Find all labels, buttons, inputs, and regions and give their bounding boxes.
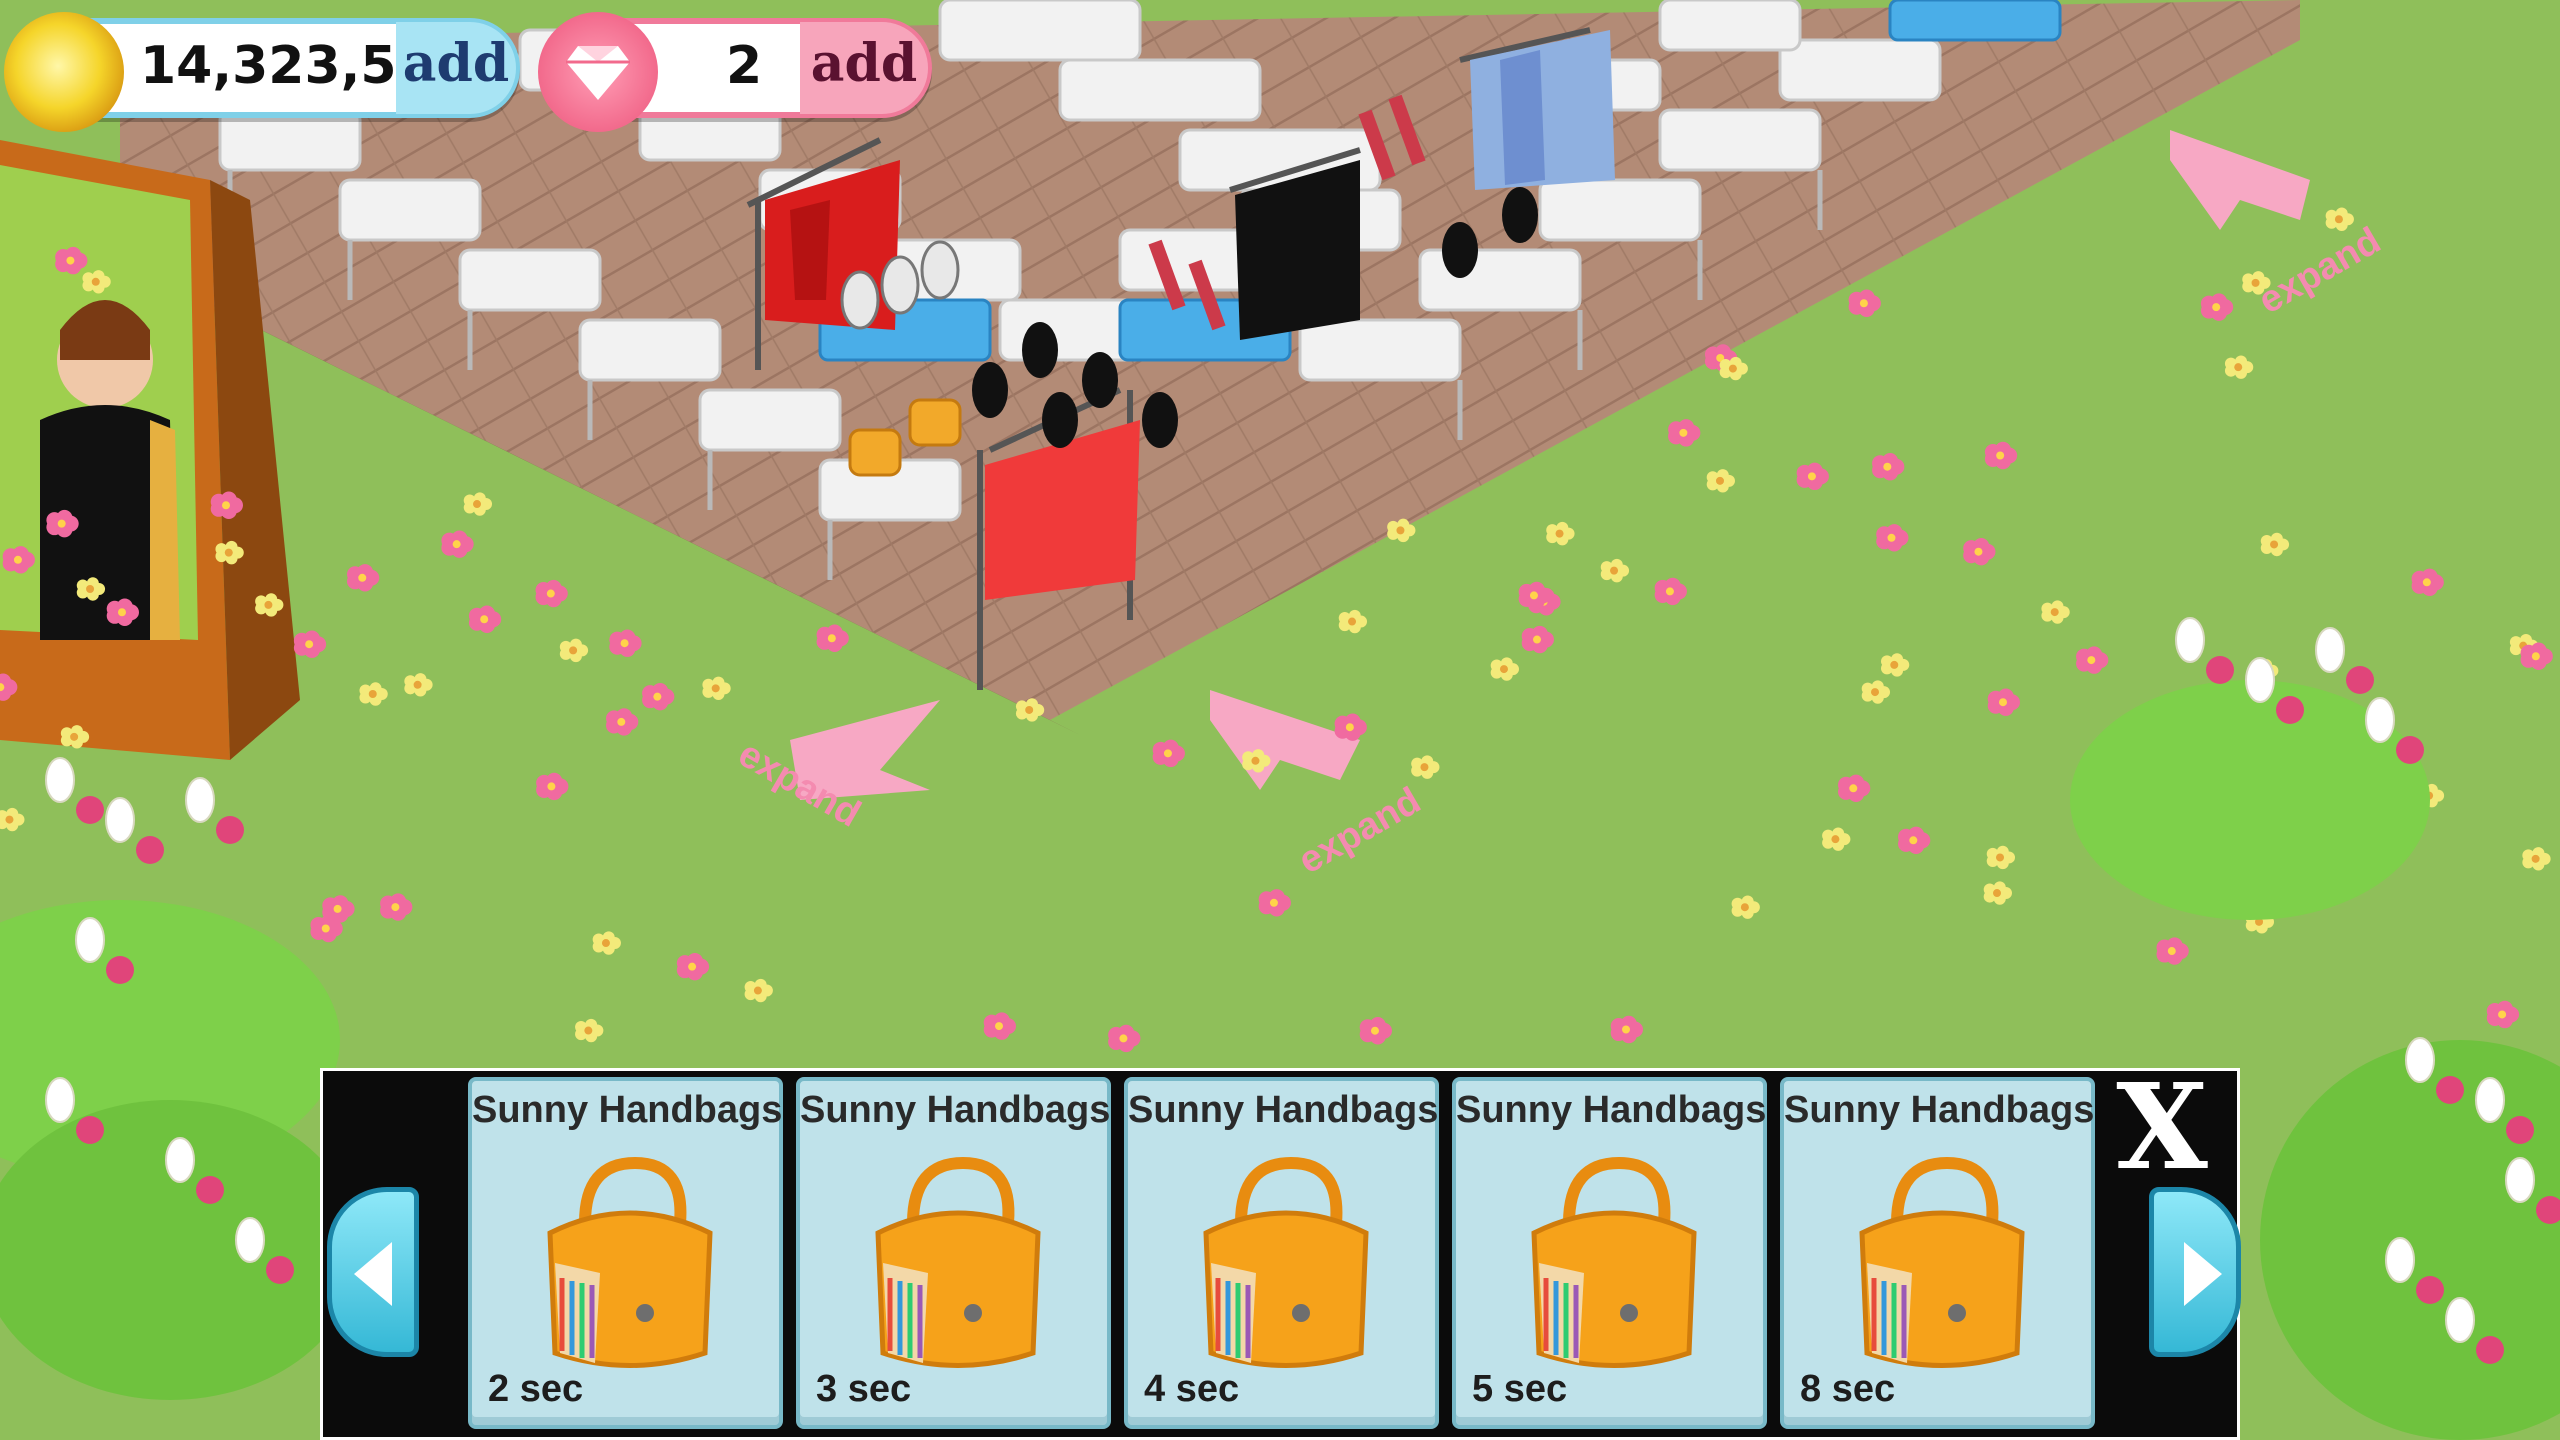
item-time: 5 sec	[1472, 1368, 1568, 1410]
gems-counter: 2 add	[538, 12, 932, 132]
handbag-icon	[1203, 1156, 1369, 1368]
coin-icon	[4, 12, 124, 132]
gems-value: 2	[726, 36, 763, 96]
item-time: 3 sec	[816, 1368, 912, 1410]
arrow-left-icon	[354, 1242, 392, 1306]
item-card[interactable]: Sunny Handbags 5 sec	[1452, 1077, 1767, 1429]
item-card[interactable]: Sunny Handbags 4 sec	[1124, 1077, 1439, 1429]
item-title: Sunny Handbags	[1128, 1089, 1439, 1131]
handbag-icon	[547, 1156, 713, 1368]
item-time: 8 sec	[1800, 1368, 1896, 1410]
item-title: Sunny Handbags	[472, 1089, 783, 1131]
item-card[interactable]: Sunny Handbags 2 sec	[468, 1077, 783, 1429]
coins-counter: 14,323,534 add	[4, 12, 520, 132]
item-time: 2 sec	[488, 1368, 584, 1410]
item-card[interactable]: Sunny Handbags 3 sec	[796, 1077, 1111, 1429]
gem-icon	[538, 12, 658, 132]
item-card[interactable]: Sunny Handbags 8 sec	[1780, 1077, 2095, 1429]
handbag-icon	[875, 1156, 1041, 1368]
next-page-button[interactable]	[2149, 1187, 2241, 1357]
item-title: Sunny Handbags	[800, 1089, 1111, 1131]
handbag-icon	[1531, 1156, 1697, 1368]
item-title: Sunny Handbags	[1456, 1089, 1767, 1131]
production-panel: Sunny Handbags 2 sec Sunny Handbags 3 se…	[320, 1068, 2241, 1440]
item-time: 4 sec	[1144, 1368, 1240, 1410]
arrow-right-icon	[2184, 1242, 2222, 1306]
blue-dress-rack	[1459, 27, 1615, 190]
add-coins-button[interactable]: add	[396, 22, 516, 114]
prev-page-button[interactable]	[327, 1187, 419, 1357]
close-panel-button[interactable]: X	[2109, 1068, 2215, 1186]
item-title: Sunny Handbags	[1784, 1089, 2095, 1131]
handbag-icon	[1859, 1156, 2025, 1368]
add-gems-button[interactable]: add	[800, 22, 928, 114]
